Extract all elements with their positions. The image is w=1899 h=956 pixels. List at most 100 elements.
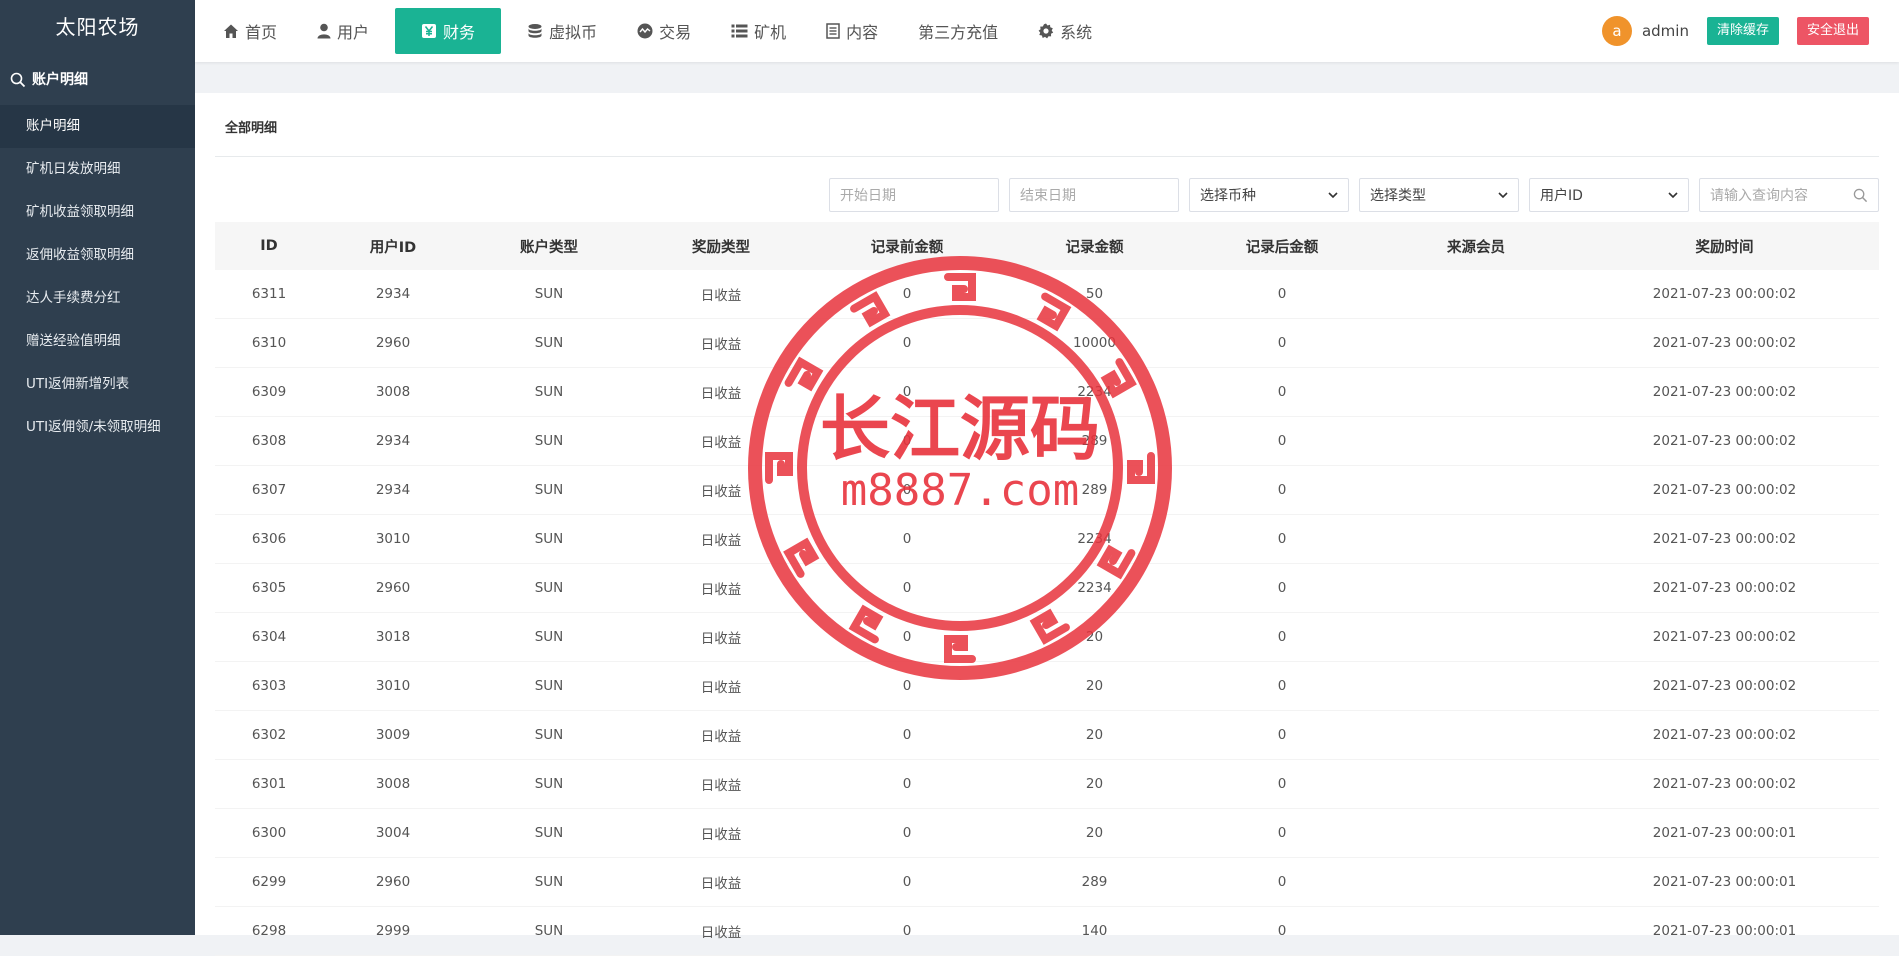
user-area: a admin 清除缓存 安全退出 — [1601, 0, 1869, 62]
nav-item-label: 第三方充值 — [918, 23, 999, 42]
nav-item[interactable]: 内容 — [812, 8, 892, 54]
clear-cache-button[interactable]: 清除缓存 — [1706, 17, 1779, 45]
table-cell: 0 — [1277, 629, 1287, 645]
table-cell: 20 — [1085, 727, 1104, 743]
top-header: 首页 用户 财务 虚拟币 交易 矿机 内容 第三方充值 系统 a admin 清除缓存 安全退出 — [195, 0, 1899, 62]
table-cell: 20 — [1085, 629, 1104, 645]
sidebar-item[interactable]: 赠送经验值明细 — [0, 320, 195, 363]
avatar[interactable]: a — [1601, 16, 1632, 46]
column-header: 记录前金额 — [870, 239, 944, 256]
table-cell: 3010 — [375, 531, 411, 547]
sidebar-item[interactable]: 返佣收益领取明细 — [0, 234, 195, 277]
start-date-input[interactable]: 开始日期 — [829, 178, 999, 212]
nav-item[interactable]: 用户 — [303, 8, 383, 54]
nav-item[interactable]: 系统 — [1024, 8, 1106, 54]
nav-item-label: 交易 — [659, 23, 692, 42]
end-date-input[interactable]: 结束日期 — [1009, 178, 1179, 212]
table-row: 6303 3010 SUN 日收益 0 20 0 2021-07-23 00:00:02 — [215, 662, 1879, 711]
table-cell: 6300 — [251, 825, 287, 841]
table-cell: 日收益 — [700, 631, 742, 647]
table-body: 6311 2934 SUN 日收益 0 50 0 2021-07-23 00:00:02 631… — [215, 270, 1879, 956]
table-cell: 日收益 — [700, 778, 742, 794]
nav-item-label: 系统 — [1060, 23, 1093, 42]
table-cell: SUN — [534, 776, 564, 792]
table-cell: 2021-07-23 00:00:02 — [1652, 433, 1797, 449]
chevron-down-icon — [1498, 191, 1508, 199]
database-icon — [527, 23, 543, 39]
nav-item-label: 虚拟币 — [549, 23, 598, 42]
table-cell: SUN — [534, 678, 564, 694]
sidebar-item[interactable]: 达人手续费分红 — [0, 277, 195, 320]
table-cell: 2999 — [375, 923, 411, 939]
search-icon[interactable] — [1853, 188, 1868, 203]
table-cell: 6298 — [251, 923, 287, 939]
table-cell: 0 — [1277, 923, 1287, 939]
sidebar-item[interactable]: 矿机收益领取明细 — [0, 191, 195, 234]
nav-item-label: 用户 — [337, 23, 370, 42]
sidebar-section-header[interactable]: 账户明细 — [0, 55, 195, 105]
table-cell: 0 — [1277, 727, 1287, 743]
table-cell: 0 — [1277, 384, 1287, 400]
table-cell: 6307 — [251, 482, 287, 498]
type-select[interactable]: 选择类型 — [1359, 178, 1519, 212]
table-cell: 2021-07-23 00:00:02 — [1652, 335, 1797, 351]
table-cell: SUN — [534, 482, 564, 498]
table-cell: 289 — [1081, 482, 1108, 498]
table-cell: 2021-07-23 00:00:02 — [1652, 629, 1797, 645]
document-icon — [826, 23, 840, 39]
table-cell: 日收益 — [700, 484, 742, 500]
table-cell: 0 — [1277, 874, 1287, 890]
nav-item[interactable]: 第三方充值 — [904, 8, 1012, 54]
home-icon — [223, 23, 239, 39]
field-select[interactable]: 用户ID — [1529, 178, 1689, 212]
currency-select[interactable]: 选择币种 — [1189, 178, 1349, 212]
sidebar-item[interactable]: 账户明细 — [0, 105, 195, 148]
table-cell: 50 — [1085, 286, 1104, 302]
table-cell: 2021-07-23 00:00:02 — [1652, 482, 1797, 498]
table-cell: 2021-07-23 00:00:02 — [1652, 678, 1797, 694]
table-cell: 0 — [902, 629, 912, 645]
table-row: 6306 3010 SUN 日收益 0 2234 0 2021-07-23 00:00:02 — [215, 515, 1879, 564]
sidebar-item[interactable]: 矿机日发放明细 — [0, 148, 195, 191]
table-cell: 3018 — [375, 629, 411, 645]
table-cell: 2234 — [1077, 580, 1112, 596]
column-header: ID — [260, 238, 278, 254]
table-cell: 2021-07-23 00:00:02 — [1652, 531, 1797, 547]
table-cell: 日收益 — [700, 729, 742, 745]
table-cell: 2021-07-23 00:00:02 — [1652, 580, 1797, 596]
nav-item[interactable]: 虚拟币 — [513, 8, 611, 54]
table-cell: 日收益 — [700, 925, 742, 941]
sidebar-item[interactable]: UTI返佣领/未领取明细 — [0, 406, 195, 449]
table-cell: 20 — [1085, 678, 1104, 694]
table-cell: 日收益 — [700, 582, 742, 598]
table-cell: 289 — [1081, 433, 1108, 449]
table-cell: 0 — [1277, 678, 1287, 694]
table-cell: SUN — [534, 335, 564, 351]
top-nav: 首页 用户 财务 虚拟币 交易 矿机 内容 第三方充值 系统 — [209, 0, 1118, 62]
table-cell: 2021-07-23 00:00:02 — [1652, 384, 1797, 400]
table-cell: 2021-07-23 00:00:01 — [1652, 923, 1797, 939]
table-cell: 0 — [902, 825, 912, 841]
table-cell: 6301 — [251, 776, 287, 792]
sidebar-item[interactable]: UTI返佣新增列表 — [0, 363, 195, 406]
table-cell: 0 — [1277, 286, 1287, 302]
table-cell: 20 — [1085, 776, 1104, 792]
column-header: 记录后金额 — [1245, 239, 1319, 256]
logout-button[interactable]: 安全退出 — [1796, 17, 1869, 45]
nav-item[interactable]: 首页 — [209, 8, 291, 54]
field-select-value: 用户ID — [1540, 188, 1583, 204]
table-row: 6308 2934 SUN 日收益 0 289 0 2021-07-23 00:00:02 — [215, 417, 1879, 466]
username[interactable]: admin — [1642, 22, 1689, 40]
yen-icon — [421, 23, 437, 39]
table-cell: 3009 — [375, 727, 411, 743]
search-input[interactable]: 请输入查询内容 — [1699, 178, 1879, 212]
table-header: ID 用户ID 账户类型 奖励类型 记录前金额 记录金额 记录后金额 来源会员 奖励时间 — [215, 222, 1879, 270]
table-cell: 2234 — [1077, 531, 1112, 547]
nav-item[interactable]: 矿机 — [717, 8, 800, 54]
table-cell: 0 — [902, 874, 912, 890]
table-cell: 0 — [1277, 335, 1287, 351]
nav-item[interactable]: 交易 — [623, 8, 705, 54]
table-cell: 0 — [902, 384, 912, 400]
nav-item[interactable]: 财务 — [395, 8, 502, 54]
table-cell: SUN — [534, 531, 564, 547]
